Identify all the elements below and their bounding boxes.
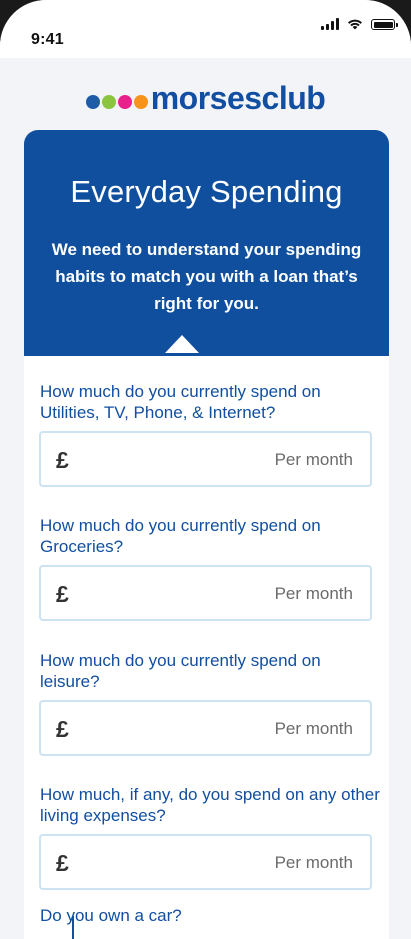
- logo-dot: [101, 94, 116, 109]
- leisure-input[interactable]: [89, 710, 355, 748]
- pound-icon: £: [56, 447, 69, 473]
- utilities-input[interactable]: [89, 441, 355, 479]
- question-groceries: How much do you currently spend on Groce…: [40, 516, 321, 556]
- phone-screen: 9:41 morsesclub Everyday Spending We nee…: [0, 0, 411, 939]
- groceries-input[interactable]: [89, 575, 355, 613]
- other-expenses-input[interactable]: [89, 844, 355, 882]
- battery-icon: [371, 19, 398, 30]
- page-subtitle: We need to understand your spending habi…: [51, 240, 362, 313]
- leisure-field[interactable]: £: [39, 700, 372, 756]
- question-leisure: How much do you currently spend on leisu…: [40, 651, 321, 691]
- status-time: 9:41: [31, 31, 64, 48]
- card-header: Everyday Spending We need to understand …: [24, 130, 389, 356]
- question-other-expenses: How much, if any, do you spend on any ot…: [40, 785, 380, 825]
- utilities-field[interactable]: £: [39, 431, 372, 487]
- wifi-icon: [348, 19, 362, 30]
- page-title: Everyday Spending: [70, 174, 343, 209]
- logo-text: morsesclub: [150, 80, 326, 116]
- logo-dot: [117, 94, 132, 109]
- question-own-car: Do you own a car?: [40, 906, 182, 925]
- scroll-cursor: [72, 916, 74, 939]
- logo-dot: [133, 94, 148, 109]
- pound-icon: £: [56, 850, 69, 876]
- pound-icon: £: [56, 716, 69, 742]
- logo-dot: [85, 94, 100, 109]
- logo-dots: [85, 94, 148, 109]
- status-icons: [321, 12, 398, 30]
- groceries-field[interactable]: £: [39, 565, 372, 621]
- other-expenses-field[interactable]: £: [39, 834, 372, 890]
- header-notch: [165, 335, 199, 353]
- signal-icon: [321, 18, 339, 30]
- status-bar: 9:41: [0, 0, 411, 58]
- brand-logo: morsesclub: [0, 80, 411, 117]
- pound-icon: £: [56, 581, 69, 607]
- question-utilities: How much do you currently spend on Utili…: [40, 382, 321, 422]
